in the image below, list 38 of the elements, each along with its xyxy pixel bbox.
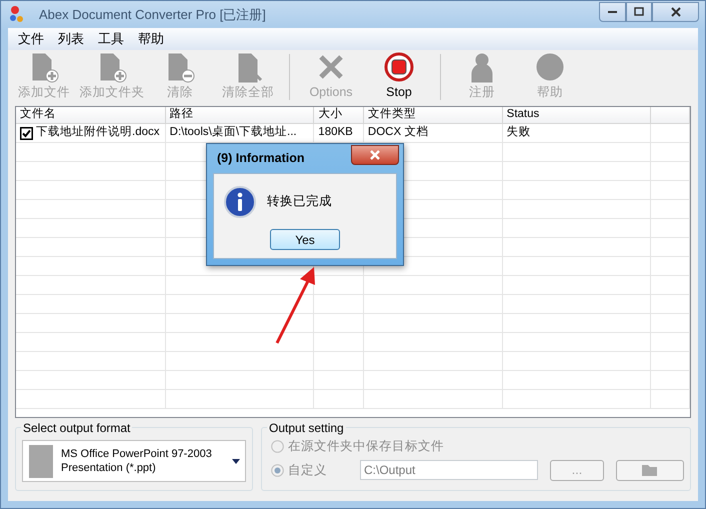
minimize-icon bbox=[608, 10, 618, 14]
minimize-button[interactable] bbox=[599, 2, 626, 22]
dialog-message: 转换已完成 bbox=[267, 193, 332, 210]
column-header[interactable]: Status bbox=[502, 107, 652, 123]
close-button[interactable] bbox=[351, 145, 399, 165]
column-header[interactable]: 文件类型 bbox=[364, 107, 503, 123]
table-cell-text: 180KB bbox=[318, 125, 353, 140]
table-cell-text: DOCX 文档 bbox=[368, 124, 428, 140]
format-thumbnail bbox=[29, 444, 53, 478]
stop-icon bbox=[384, 52, 414, 83]
table-cell-text: 失败 bbox=[506, 124, 531, 140]
format-value: MS Office PowerPoint 97-2003 Presentation (*.ppt) bbox=[61, 447, 213, 475]
folder-icon bbox=[641, 463, 659, 477]
column-header[interactable]: 路径 bbox=[166, 107, 314, 123]
dialog-title: (9) Information bbox=[216, 150, 306, 168]
app-icon bbox=[9, 5, 25, 25]
column-header[interactable]: 文件名 bbox=[16, 107, 166, 123]
close-button[interactable] bbox=[652, 2, 699, 22]
format-dropdown[interactable]: MS Office PowerPoint 97-2003 Presentation (*.ppt) bbox=[22, 440, 246, 482]
menu-item[interactable]: 列表 bbox=[52, 29, 90, 49]
dropdown-caret-icon bbox=[232, 458, 240, 464]
menu-item[interactable]: 帮助 bbox=[132, 29, 170, 49]
menu-item[interactable]: 工具 bbox=[92, 29, 130, 49]
table-cell-text: 下载地址附件说明.docx bbox=[36, 124, 160, 140]
yes-button[interactable]: Yes bbox=[270, 229, 340, 250]
close-icon bbox=[369, 150, 381, 160]
close-icon bbox=[670, 6, 680, 16]
radio-label: 在源文件夹中保存目标文件 bbox=[288, 438, 444, 455]
maximize-icon bbox=[634, 7, 644, 16]
column-header[interactable]: 大小 bbox=[314, 107, 364, 123]
toolbar-button[interactable]: Stop bbox=[365, 50, 433, 102]
radio-label: 自定义 bbox=[288, 462, 328, 479]
window-title: Abex Document Converter Pro [已注册] bbox=[39, 6, 266, 24]
table-cell-text: D:\tools\桌面\下载地址... bbox=[170, 124, 297, 140]
info-icon bbox=[224, 186, 256, 218]
row-checkbox[interactable] bbox=[20, 126, 33, 140]
menu-item[interactable]: 文件 bbox=[12, 29, 50, 49]
maximize-button[interactable] bbox=[626, 2, 652, 22]
